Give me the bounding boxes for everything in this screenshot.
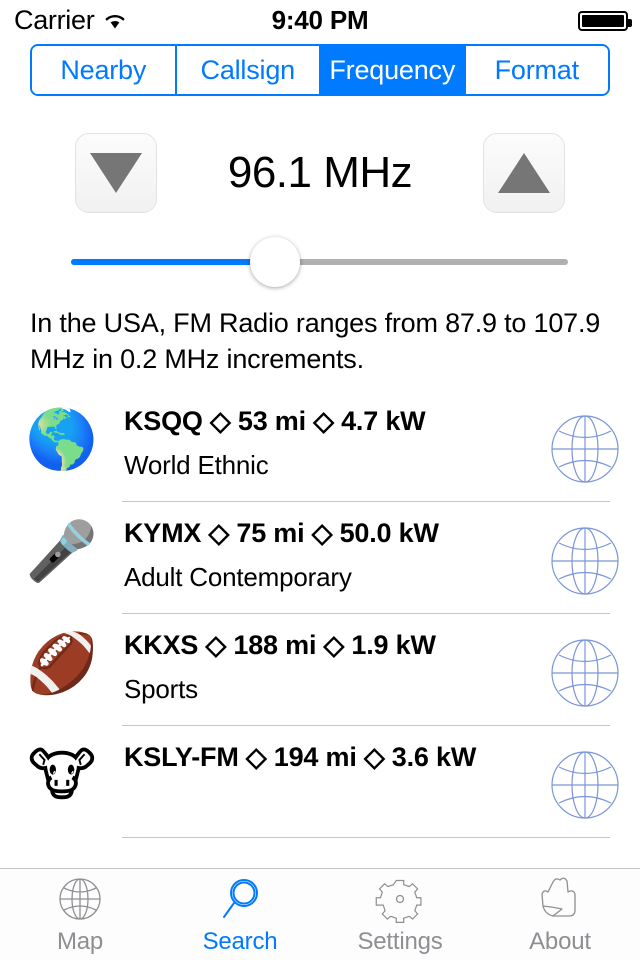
segment-format[interactable]: Format: [465, 46, 608, 94]
globe-icon[interactable]: [530, 740, 640, 824]
row-separator: [122, 837, 610, 838]
battery-icon: [578, 11, 632, 31]
station-list[interactable]: 🌎 KSQQ ◇ 53 mi ◇ 4.7 kW World Ethnic 🎤 KYMX …: [0, 390, 640, 868]
frequency-value-label: 96.1 MHz: [227, 148, 413, 197]
tab-label-settings: Settings: [357, 927, 443, 955]
station-row[interactable]: 🎤 KYMX ◇ 75 mi ◇ 50.0 kW Adult Contemporar…: [0, 502, 640, 614]
station-text: KSQQ ◇ 53 mi ◇ 4.7 kW World Ethnic: [124, 404, 530, 482]
globe-icon[interactable]: [530, 516, 640, 600]
station-row[interactable]: 🌎 KSQQ ◇ 53 mi ◇ 4.7 kW World Ethnic: [0, 390, 640, 502]
station-format: World Ethnic: [124, 450, 269, 480]
slider-thumb[interactable]: [249, 237, 300, 287]
frequency-increment-button[interactable]: [483, 133, 565, 213]
station-format: Adult Contemporary: [124, 562, 352, 592]
station-row[interactable]: 🏈 KKXS ◇ 188 mi ◇ 1.9 kW Sports: [0, 614, 640, 726]
globe-icon[interactable]: [530, 404, 640, 488]
segment-callsign[interactable]: Callsign: [176, 46, 321, 94]
magnifier-icon: [213, 874, 267, 924]
tab-label-search: Search: [202, 927, 278, 955]
globe-americas-emoji: 🌎: [25, 405, 99, 473]
frequency-decrement-button[interactable]: [75, 133, 157, 213]
segment-nearby[interactable]: Nearby: [32, 46, 177, 94]
status-bar: Carrier 9:40 PM: [0, 0, 640, 40]
tab-settings[interactable]: Settings: [320, 869, 480, 960]
tab-search[interactable]: Search: [160, 869, 320, 960]
gear-icon: [373, 874, 427, 924]
globe-icon[interactable]: [530, 628, 640, 712]
slider-fill: [71, 259, 275, 265]
search-mode-segmented-control[interactable]: Nearby Callsign Frequency Format: [30, 44, 610, 96]
station-format: Sports: [124, 674, 198, 704]
tab-map[interactable]: Map: [0, 869, 160, 960]
station-title: KYMX ◇ 75 mi ◇ 50.0 kW: [124, 518, 439, 548]
tab-label-about: About: [529, 927, 591, 955]
cow-face-emoji: 🐮: [27, 741, 97, 809]
station-text: KKXS ◇ 188 mi ◇ 1.9 kW Sports: [124, 628, 530, 706]
tab-label-map: Map: [56, 927, 104, 955]
tab-about[interactable]: About: [480, 869, 640, 960]
station-title: KSQQ ◇ 53 mi ◇ 4.7 kW: [124, 406, 426, 436]
battery-fill: [582, 15, 624, 27]
triangle-down-icon: [90, 153, 142, 193]
app-root: Carrier 9:40 PM Nearby Callsign Frequenc…: [0, 0, 640, 960]
status-bar-clock: 9:40 PM: [271, 5, 369, 35]
globe-icon: [53, 874, 107, 924]
microphone-emoji: 🎤: [25, 517, 99, 585]
frequency-range-description: In the USA, FM Radio ranges from 87.9 to…: [30, 308, 601, 374]
frequency-slider[interactable]: [71, 237, 568, 287]
hand-icon: [533, 874, 587, 924]
station-title: KKXS ◇ 188 mi ◇ 1.9 kW: [124, 630, 436, 660]
triangle-up-icon: [498, 153, 550, 193]
station-text: KYMX ◇ 75 mi ◇ 50.0 kW Adult Contemporary: [124, 516, 530, 594]
station-title: KSLY-FM ◇ 194 mi ◇ 3.6 kW: [124, 742, 477, 772]
tab-bar[interactable]: Map Search Settings About: [0, 868, 640, 960]
station-text: KSLY-FM ◇ 194 mi ◇ 3.6 kW: [124, 740, 530, 774]
football-emoji: 🏈: [25, 629, 99, 697]
segment-frequency[interactable]: Frequency: [321, 46, 466, 94]
station-row[interactable]: 🐮 KSLY-FM ◇ 194 mi ◇ 3.6 kW: [0, 726, 640, 838]
